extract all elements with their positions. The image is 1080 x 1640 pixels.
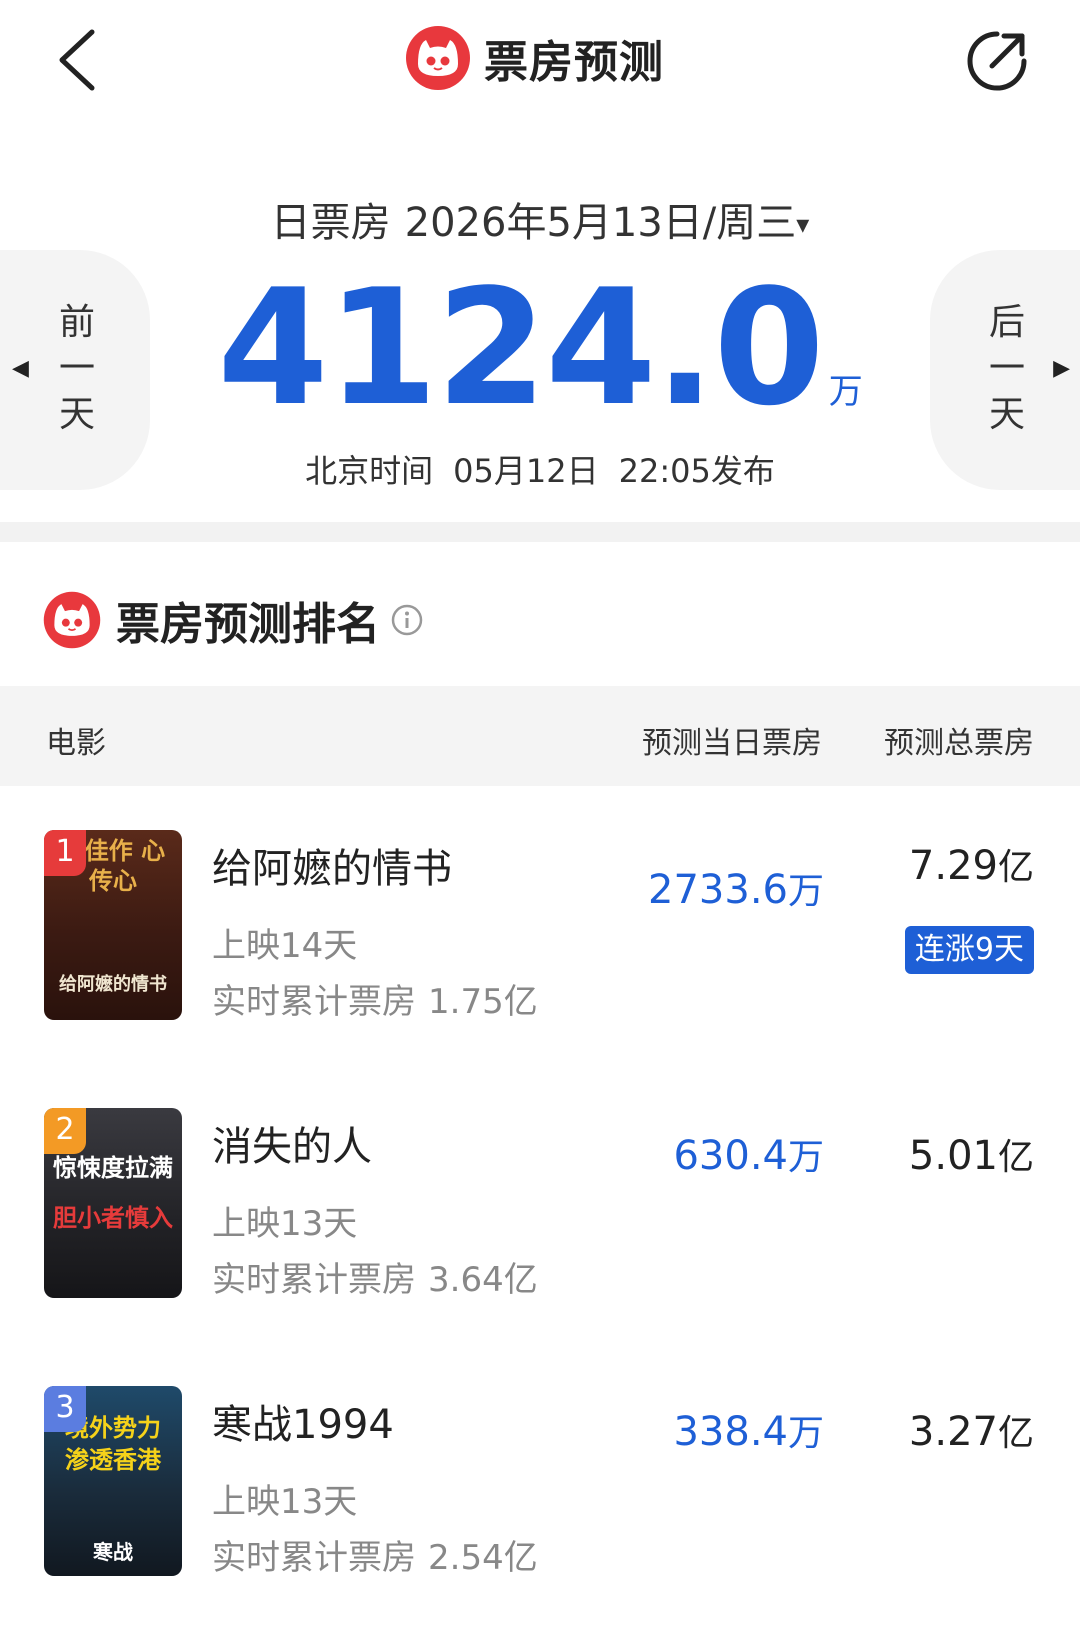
movie-row[interactable]: 惮佳作 心传心 给阿嬷的情书 1 给阿嬷的情书 上映14天 实时累计票房 1.75…	[0, 830, 1080, 1030]
share-icon	[967, 31, 1027, 91]
dropdown-caret-icon: ▾	[796, 210, 810, 240]
page-title: 票房预测	[484, 37, 664, 88]
publish-date: 05月12日	[453, 452, 599, 490]
rank-badge: 2	[44, 1108, 86, 1154]
column-movie: 电影	[46, 726, 106, 761]
day-forecast-value: 2733.6万	[648, 867, 824, 913]
movie-title: 寒战1994	[212, 1402, 394, 1448]
release-days: 上映13天	[212, 1482, 358, 1522]
movie-poster: 惊悚度拉满 胆小者慎入 2	[44, 1108, 182, 1298]
rank-badge: 1	[44, 830, 86, 876]
total-forecast-unit: 万	[828, 372, 863, 412]
publish-time: 北京时间 05月12日 22:05发布	[0, 446, 1080, 492]
ranking-title: 票房预测排名	[116, 599, 380, 650]
total-forecast-value: 4124.0	[217, 254, 824, 441]
cumulative-box-office: 实时累计票房 1.75亿	[212, 982, 538, 1022]
release-days: 上映14天	[212, 926, 358, 966]
movie-title: 给阿嬷的情书	[212, 846, 452, 892]
date-type-label: 日票房	[270, 200, 391, 246]
total-forecast: 4124.0 万	[0, 268, 1080, 428]
maoyan-cat-logo-icon	[406, 26, 470, 90]
share-button[interactable]	[964, 28, 1030, 94]
total-forecast-cell: 3.27亿	[908, 1409, 1034, 1455]
column-total-forecast: 预测总票房	[884, 726, 1034, 761]
total-forecast-cell: 7.29亿	[908, 843, 1034, 889]
poster-title: 给阿嬷的情书	[59, 974, 167, 995]
top-bar: 票房预测	[0, 0, 1080, 128]
movie-row[interactable]: 境外势力 渗透香港 寒战 3 寒战1994 上映13天 实时累计票房 2.54亿 …	[0, 1386, 1080, 1586]
ranking-header: 票房预测排名	[42, 588, 424, 652]
movie-poster: 境外势力 渗透香港 寒战 3	[44, 1386, 182, 1576]
publish-clock: 22:05发布	[618, 452, 775, 490]
section-divider	[0, 522, 1080, 542]
movie-poster: 惮佳作 心传心 给阿嬷的情书 1	[44, 830, 182, 1020]
cumulative-box-office: 实时累计票房 2.54亿	[212, 1538, 538, 1578]
back-arrow-icon	[59, 29, 95, 91]
publish-prefix: 北京时间	[305, 452, 434, 490]
date-value: 2026年5月13日/周三	[404, 200, 797, 246]
total-forecast-cell: 5.01亿	[908, 1133, 1034, 1179]
date-selector[interactable]: 日票房 2026年5月13日/周三▾	[0, 190, 1080, 248]
maoyan-cat-logo-icon	[43, 591, 101, 649]
ranking-table-header: 电影 预测当日票房 预测总票房	[0, 686, 1080, 786]
movie-title: 消失的人	[212, 1124, 372, 1170]
movie-row[interactable]: 惊悚度拉满 胆小者慎入 2 消失的人 上映13天 实时累计票房 3.64亿 630…	[0, 1108, 1080, 1308]
cumulative-box-office: 实时累计票房 3.64亿	[212, 1260, 538, 1300]
rank-badge: 3	[44, 1386, 86, 1432]
rising-streak-badge: 连涨9天	[904, 926, 1034, 974]
day-forecast-value: 338.4万	[673, 1409, 824, 1455]
poster-title: 寒战	[93, 1540, 133, 1564]
column-day-forecast: 预测当日票房	[642, 726, 822, 761]
back-button[interactable]	[52, 26, 104, 94]
release-days: 上映13天	[212, 1204, 358, 1244]
header-title-group: 票房预测	[404, 22, 664, 94]
day-forecast-value: 630.4万	[673, 1133, 824, 1179]
info-icon[interactable]	[390, 603, 424, 637]
poster-title: 胆小者慎入	[53, 1204, 173, 1232]
